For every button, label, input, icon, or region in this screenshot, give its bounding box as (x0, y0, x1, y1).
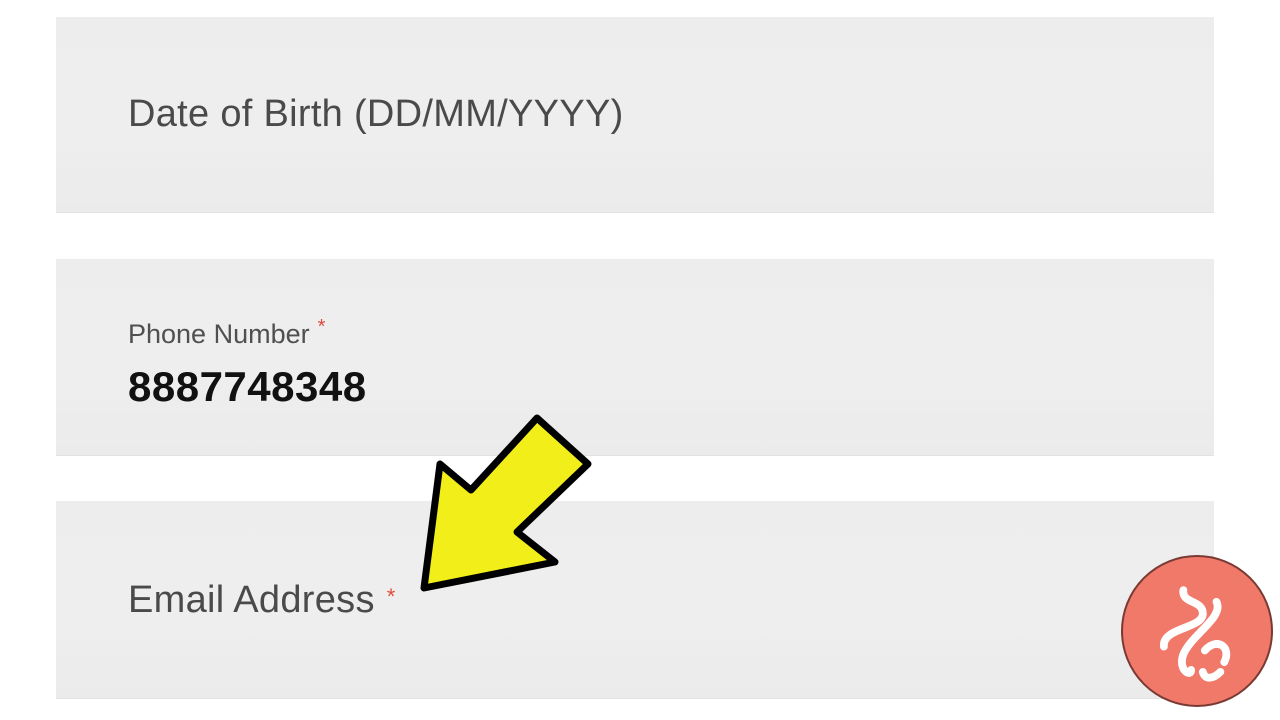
logo-badge (1121, 555, 1273, 707)
phone-number-field[interactable]: Phone Number * 8887748348 (56, 259, 1214, 456)
phone-number-label-text: Phone Number (128, 319, 310, 349)
email-placeholder: Email Address * (128, 579, 396, 622)
date-of-birth-placeholder: Date of Birth (DD/MM/YYYY) (128, 93, 624, 135)
pointer-arrow-icon (420, 414, 592, 592)
phone-number-value: 8887748348 (128, 363, 367, 410)
email-field[interactable]: Email Address * (56, 501, 1214, 699)
required-marker: * (386, 584, 396, 609)
required-marker: * (317, 316, 326, 338)
phone-number-label: Phone Number * (128, 316, 326, 350)
page: Date of Birth (DD/MM/YYYY) Phone Number *… (0, 0, 1280, 720)
email-placeholder-text: Email Address (128, 579, 375, 621)
date-of-birth-field[interactable]: Date of Birth (DD/MM/YYYY) (56, 17, 1214, 213)
logo-icon (1160, 586, 1231, 682)
